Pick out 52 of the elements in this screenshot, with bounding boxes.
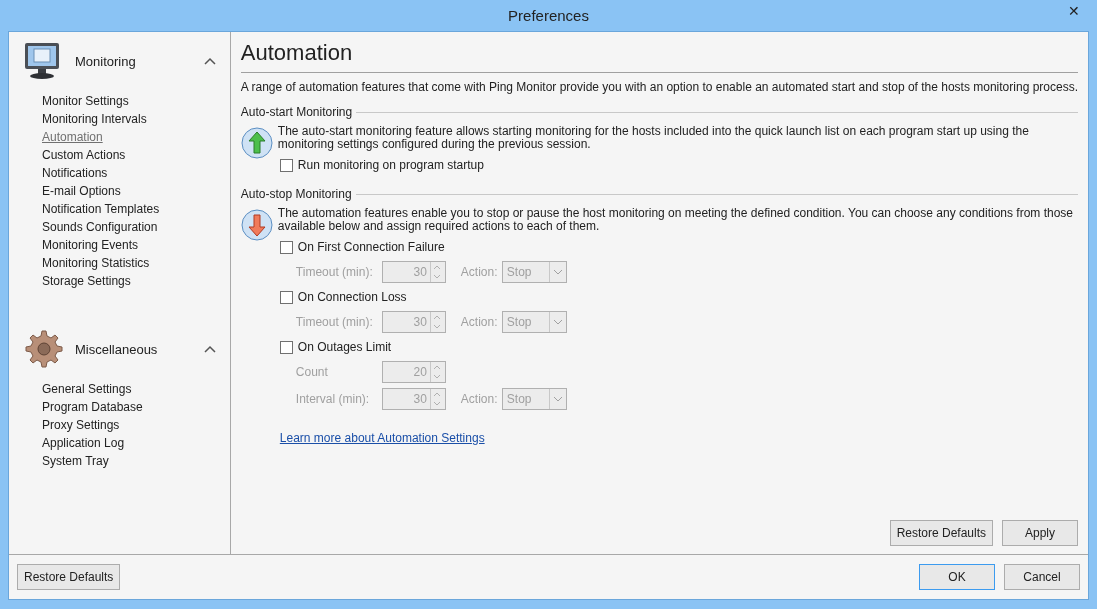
checkbox-option[interactable]: On Connection Loss [279,288,407,306]
sidebar-item[interactable]: Storage Settings [42,272,131,290]
sidebar-item[interactable]: System Tray [42,452,109,470]
sidebar-item[interactable]: Program Database [42,398,143,416]
sidebar-item[interactable]: Application Log [42,434,125,452]
field-label: Count [295,365,329,379]
section-title: Auto-start Monitoring [240,105,353,119]
dialog-button[interactable]: OK [919,564,995,590]
checkbox[interactable] [279,158,293,172]
field-label: Timeout (min): [295,315,374,329]
action-button[interactable]: Apply [1002,520,1078,546]
sidebar-item[interactable]: Monitor Settings [42,92,129,110]
caret-icon [552,396,563,402]
caret-icon [552,319,563,325]
sidebar-item[interactable]: Sounds Configuration [42,218,158,236]
checkbox[interactable] [279,340,293,354]
section-title: Auto-stop Monitoring [240,187,352,201]
checkbox-option[interactable]: On Outages Limit [279,338,392,356]
chevron-up-icon [203,57,216,65]
intro-text: A range of automation features that come with Ping Monitor provide you with an option to enable an automated start and stop of the hosts monitoring process. [240,80,1078,94]
sidebar-item[interactable]: Monitoring Statistics [42,254,150,272]
dialog-button[interactable]: Cancel [1004,564,1080,590]
checkbox-option[interactable]: Run monitoring on program startup [279,156,484,174]
field-label: Timeout (min): [295,265,374,279]
field-label: Action: [460,315,499,329]
window-title: Preferences [508,7,589,24]
sidebar-item[interactable]: Automation [42,128,103,146]
checkbox-option[interactable]: On First Connection Failure [279,238,445,256]
chevron-up-icon [203,345,216,353]
section-description: The auto-start monitoring feature allows starting monitoring for the hosts included into the quick launch list on each program start up using the monitoring settings configured during the previous session. [277,125,1030,151]
checkbox[interactable] [279,290,293,304]
checkbox[interactable] [279,240,293,254]
sidebar-item[interactable]: Monitoring Intervals [42,110,147,128]
restore-defaults-button[interactable]: Restore Defaults [17,564,121,590]
field-label: Interval (min): [295,392,371,406]
sidebar-item[interactable]: Notification Templates [42,200,160,218]
page-heading: Automation [240,40,1078,73]
sidebar-item[interactable]: Proxy Settings [42,416,120,434]
field-label: Action: [460,392,499,406]
field-label: Action: [460,265,499,279]
sidebar-item[interactable]: Notifications [42,164,108,182]
close-button[interactable]: ✕ [1059,0,1089,22]
group-header[interactable]: Miscellaneous [9,326,230,372]
sidebar-item[interactable]: Custom Actions [42,146,126,164]
caret-icon [552,269,563,275]
sidebar-item[interactable]: Monitoring Events [42,236,139,254]
help-link[interactable]: Learn more about Automation Settings [279,431,485,445]
section-description: The automation features enable you to stop or pause the host monitoring on meeting the defined condition. You can choose any conditions from those available below and assign required actions to each of them. [277,207,1075,233]
group-header[interactable]: Monitoring [9,38,230,84]
sidebar-item[interactable]: E-mail Options [42,182,121,200]
action-button[interactable]: Restore Defaults [889,520,993,546]
sidebar-item[interactable]: General Settings [42,380,132,398]
